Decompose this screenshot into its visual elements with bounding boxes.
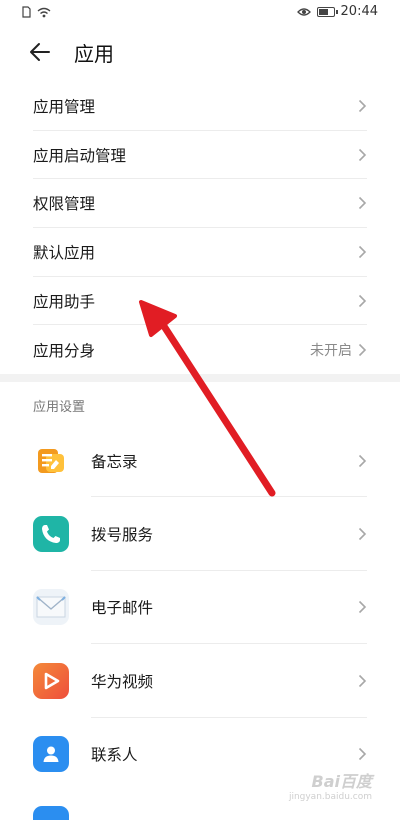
phone-icon — [33, 516, 69, 553]
header: 应用 — [0, 26, 400, 82]
app-label: 电子邮件 — [91, 599, 154, 618]
sim-card-icon — [22, 6, 31, 18]
chevron-right-icon — [358, 454, 367, 467]
app-row-contacts[interactable]: 联系人 — [33, 718, 367, 791]
menu-item-label: 应用启动管理 — [33, 146, 127, 165]
app-row-memo[interactable]: 备忘录 — [33, 424, 367, 498]
section-title: 应用设置 — [33, 400, 86, 415]
app-row-huawei-video[interactable]: 华为视频 — [33, 644, 367, 718]
menu-item-label: 默认应用 — [33, 243, 96, 262]
battery-icon — [316, 6, 338, 17]
chevron-right-icon — [358, 674, 367, 687]
notepad-icon — [33, 442, 69, 479]
app-row-email[interactable]: 电子邮件 — [33, 571, 367, 645]
chevron-right-icon — [358, 748, 367, 761]
status-time: 20:44 — [340, 4, 378, 19]
settings-menu: 应用管理 应用启动管理 权限管理 默认应用 应用助手 应用分身 未开启 — [33, 82, 367, 374]
section-divider — [0, 374, 400, 382]
menu-item-app-management[interactable]: 应用管理 — [33, 82, 367, 131]
app-label: 备忘录 — [91, 452, 138, 471]
mail-icon — [33, 589, 69, 626]
menu-item-label: 应用助手 — [33, 292, 96, 311]
watermark-url: jingyan.baidu.com — [288, 792, 372, 802]
app-label: 联系人 — [91, 746, 138, 765]
menu-item-app-startup-management[interactable]: 应用启动管理 — [33, 131, 367, 180]
menu-item-default-apps[interactable]: 默认应用 — [33, 228, 367, 277]
menu-item-label: 应用分身 — [33, 341, 96, 360]
menu-item-app-twin[interactable]: 应用分身 未开启 — [33, 325, 367, 374]
menu-item-permission-management[interactable]: 权限管理 — [33, 179, 367, 229]
app-settings-list: 备忘录 拨号服务 电子邮件 华为视频 联系人 — [33, 424, 367, 791]
menu-item-app-assistant[interactable]: 应用助手 — [33, 277, 367, 326]
app-label: 拨号服务 — [91, 526, 154, 545]
chevron-right-icon — [358, 343, 367, 356]
status-bar: 20:44 — [0, 0, 400, 26]
menu-item-label: 应用管理 — [33, 97, 96, 116]
chevron-right-icon — [358, 601, 367, 614]
chevron-right-icon — [358, 148, 367, 161]
chevron-right-icon — [358, 245, 367, 258]
chevron-right-icon — [358, 528, 367, 541]
video-play-icon — [33, 662, 69, 699]
page-title: 应用 — [74, 42, 114, 66]
contact-icon — [33, 736, 69, 773]
menu-item-label: 权限管理 — [33, 195, 96, 214]
eye-comfort-icon — [296, 7, 311, 16]
wifi-icon — [37, 7, 51, 17]
partial-app-icon — [33, 806, 69, 820]
chevron-right-icon — [358, 197, 367, 210]
chevron-right-icon — [358, 294, 367, 307]
back-arrow-icon — [30, 43, 50, 61]
app-label: 华为视频 — [91, 672, 154, 691]
back-button[interactable] — [28, 40, 60, 68]
chevron-right-icon — [358, 99, 367, 112]
app-twin-status: 未开启 — [310, 342, 352, 359]
app-row-dialer-service[interactable]: 拨号服务 — [33, 497, 367, 572]
